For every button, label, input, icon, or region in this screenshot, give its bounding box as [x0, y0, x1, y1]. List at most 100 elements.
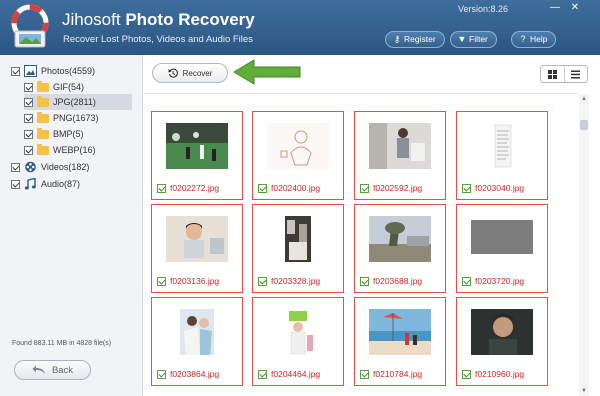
- found-status: Found 883.11 MB in 4828 file(s): [12, 340, 112, 347]
- grid-view-button[interactable]: [541, 66, 564, 82]
- file-card[interactable]: f0210784.jpg: [354, 297, 446, 386]
- file-card[interactable]: f0203720.jpg: [456, 204, 548, 293]
- scroll-up-arrow-icon[interactable]: ▲: [579, 94, 589, 104]
- file-name: f0203040.jpg: [475, 183, 525, 193]
- thumbnail-image: [166, 309, 228, 355]
- recover-icon: [168, 68, 178, 78]
- file-checkbox[interactable]: [258, 369, 267, 379]
- thumbnail-image: [471, 309, 533, 355]
- key-icon: ⚷: [393, 34, 401, 44]
- sidebar: Photos(4559) GIF(54) JPG(2811) PNG(1673)…: [0, 55, 143, 396]
- back-button[interactable]: Back: [14, 360, 91, 380]
- file-name: f0210784.jpg: [373, 369, 423, 379]
- file-checkbox[interactable]: [360, 276, 369, 286]
- tree-item-webp[interactable]: WEBP(16): [24, 142, 132, 158]
- photos-checkbox[interactable]: [11, 66, 20, 76]
- videos-label: Videos(182): [41, 162, 90, 172]
- file-checkbox[interactable]: [360, 183, 369, 193]
- tree-item-videos[interactable]: Videos(182): [11, 159, 136, 175]
- thumbnail-image: [471, 123, 533, 169]
- app-title-bold: Photo Recovery: [125, 10, 255, 29]
- audio-checkbox[interactable]: [11, 179, 20, 189]
- file-checkbox[interactable]: [157, 276, 166, 286]
- recover-button[interactable]: Recover: [152, 63, 228, 83]
- file-checkbox[interactable]: [462, 369, 471, 379]
- photos-label: Photos(4559): [41, 66, 96, 76]
- grid-icon: [547, 69, 557, 79]
- png-checkbox[interactable]: [24, 113, 33, 123]
- list-view-button[interactable]: [563, 66, 588, 82]
- gif-checkbox[interactable]: [24, 82, 33, 92]
- filter-button[interactable]: ▼ Filter: [450, 31, 497, 48]
- file-name: f0210960.jpg: [475, 369, 525, 379]
- folder-icon: [37, 80, 49, 92]
- register-button[interactable]: ⚷ Register: [385, 31, 445, 48]
- file-name: f0203864.jpg: [170, 369, 220, 379]
- file-checkbox[interactable]: [157, 183, 166, 193]
- thumbnail-image: [267, 123, 329, 169]
- file-name: f0203688.jpg: [373, 276, 423, 286]
- close-button[interactable]: ✕: [568, 2, 582, 14]
- back-label: Back: [51, 364, 74, 376]
- tree-item-audio[interactable]: Audio(87): [11, 176, 136, 192]
- file-checkbox[interactable]: [258, 276, 267, 286]
- audio-label: Audio(87): [41, 179, 81, 189]
- tree-item-gif[interactable]: GIF(54): [24, 79, 132, 95]
- webp-checkbox[interactable]: [24, 145, 33, 155]
- file-card[interactable]: f0203688.jpg: [354, 204, 446, 293]
- folder-icon: [37, 143, 49, 155]
- file-checkbox[interactable]: [258, 183, 267, 193]
- filter-icon: ▼: [457, 34, 467, 44]
- file-card[interactable]: f0203136.jpg: [151, 204, 243, 293]
- file-name: f0203720.jpg: [475, 276, 525, 286]
- videos-checkbox[interactable]: [11, 162, 20, 172]
- file-card[interactable]: f0203040.jpg: [456, 111, 548, 200]
- thumbnail-image: [471, 216, 533, 262]
- file-card[interactable]: f0204464.jpg: [252, 297, 344, 386]
- register-label: Register: [404, 34, 436, 44]
- film-reel-icon: [25, 161, 36, 173]
- bmp-label: BMP(5): [53, 129, 84, 139]
- thumbnail-image: [369, 309, 431, 355]
- file-card[interactable]: f0202592.jpg: [354, 111, 446, 200]
- thumbnail-image: [369, 216, 431, 262]
- minimize-button[interactable]: —: [548, 2, 562, 14]
- webp-label: WEBP(16): [53, 145, 96, 155]
- thumbnail-image: [267, 309, 329, 355]
- vertical-scrollbar[interactable]: ▲ ▼: [579, 94, 589, 396]
- app-logo-icon: [11, 4, 49, 48]
- app-title-light: Jihosoft: [62, 10, 121, 29]
- thumbnail-grid: f0202272.jpg f0202400.jpg f0202592.jpg f…: [144, 93, 577, 396]
- file-card[interactable]: f0203864.jpg: [151, 297, 243, 386]
- file-name: f0203328.jpg: [271, 276, 321, 286]
- jpg-checkbox[interactable]: [24, 97, 33, 107]
- scroll-thumb[interactable]: [580, 120, 588, 130]
- list-icon: [571, 70, 581, 78]
- filter-label: Filter: [469, 34, 488, 44]
- file-card[interactable]: f0202272.jpg: [151, 111, 243, 200]
- file-name: f0203136.jpg: [170, 276, 220, 286]
- tree-item-bmp[interactable]: BMP(5): [24, 126, 132, 142]
- thumbnail-image: [166, 216, 228, 262]
- file-checkbox[interactable]: [462, 276, 471, 286]
- pointer-arrow-icon: [233, 59, 301, 85]
- bmp-checkbox[interactable]: [24, 129, 33, 139]
- tree-item-png[interactable]: PNG(1673): [24, 110, 132, 126]
- file-card[interactable]: f0203328.jpg: [252, 204, 344, 293]
- back-arrow-icon: [32, 365, 45, 374]
- thumbnail-image: [267, 216, 329, 262]
- file-card[interactable]: f0210960.jpg: [456, 297, 548, 386]
- file-checkbox[interactable]: [462, 183, 471, 193]
- tree-item-jpg[interactable]: JPG(2811): [24, 94, 132, 110]
- file-checkbox[interactable]: [360, 369, 369, 379]
- help-button[interactable]: ? Help: [511, 31, 557, 48]
- png-label: PNG(1673): [53, 113, 99, 123]
- app-title: Jihosoft Photo Recovery: [62, 10, 255, 30]
- thumbnail-image: [369, 123, 431, 169]
- scroll-down-arrow-icon[interactable]: ▼: [579, 386, 589, 396]
- file-name: f0202592.jpg: [373, 183, 423, 193]
- file-checkbox[interactable]: [157, 369, 166, 379]
- file-card[interactable]: f0202400.jpg: [252, 111, 344, 200]
- tree-item-photos[interactable]: Photos(4559): [11, 63, 136, 79]
- app-subtitle: Recover Lost Photos, Videos and Audio Fi…: [63, 34, 253, 45]
